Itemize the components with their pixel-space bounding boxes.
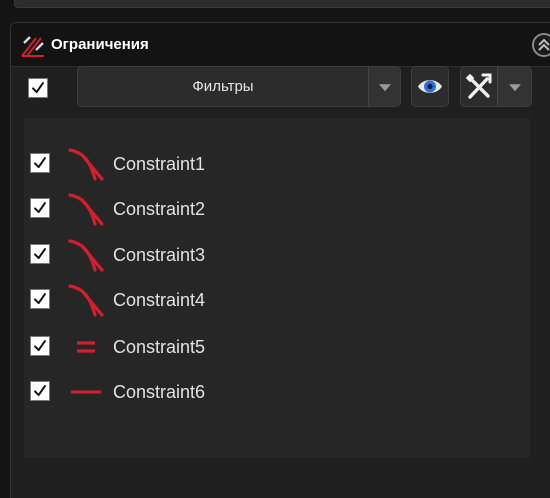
eye-icon <box>418 80 442 93</box>
filter-dropdown-arrow[interactable] <box>368 67 400 106</box>
tangent-constraint-icon <box>68 191 104 227</box>
checkmark-icon <box>31 245 49 263</box>
sketch-constraint-icon <box>21 35 45 57</box>
select-all-checkbox[interactable] <box>28 78 48 98</box>
list-item[interactable]: Constraint5 <box>24 327 530 367</box>
constraint-label: Constraint6 <box>113 382 206 402</box>
tools-icon <box>465 73 492 99</box>
constraints-list: Constraint1 Constraint2 Constraint3 Cons… <box>24 118 530 458</box>
tools-main[interactable] <box>461 67 497 106</box>
row-checkbox[interactable] <box>30 289 50 309</box>
constraint-label: Constraint2 <box>113 199 206 219</box>
constraint-label: Constraint1 <box>113 154 206 174</box>
list-item[interactable]: Constraint1 <box>24 144 530 184</box>
horizontal-constraint-icon <box>68 374 104 410</box>
row-checkbox[interactable] <box>30 198 50 218</box>
list-item[interactable]: Constraint4 <box>24 280 530 320</box>
visibility-button[interactable] <box>411 66 449 107</box>
equal-constraint-icon <box>68 329 104 365</box>
double-chevron-up-icon <box>538 38 550 51</box>
triangle-down-icon <box>508 83 521 91</box>
collapse-button[interactable] <box>532 33 550 57</box>
row-checkbox[interactable] <box>30 244 50 264</box>
constraint-label: Constraint4 <box>113 290 206 310</box>
checkmark-icon <box>31 154 49 172</box>
list-item[interactable]: Constraint3 <box>24 235 530 275</box>
settings-tools-button[interactable] <box>460 66 532 107</box>
checkmark-icon <box>31 382 49 400</box>
checkmark-icon <box>29 79 47 97</box>
row-checkbox[interactable] <box>30 153 50 173</box>
filter-dropdown[interactable]: Фильтры <box>77 66 401 107</box>
tools-dropdown-arrow[interactable] <box>497 67 531 106</box>
row-checkbox[interactable] <box>30 336 50 356</box>
constraint-label: Constraint5 <box>113 337 206 357</box>
panel-title: Ограничения <box>51 36 149 53</box>
checkmark-icon <box>31 337 49 355</box>
list-item[interactable]: Constraint2 <box>24 189 530 229</box>
tangent-constraint-icon <box>68 282 104 318</box>
panel-header[interactable]: Ограничения <box>11 23 550 67</box>
list-item[interactable]: Constraint6 <box>24 372 530 412</box>
triangle-down-icon <box>378 83 391 91</box>
checkmark-icon <box>31 290 49 308</box>
tangent-constraint-icon <box>68 146 104 182</box>
row-checkbox[interactable] <box>30 381 50 401</box>
checkmark-icon <box>31 199 49 217</box>
previous-panel-edge <box>14 0 550 8</box>
screen: Ограничения Фильтры Constraint1 Constrai… <box>0 0 550 498</box>
constraint-label: Constraint3 <box>113 245 206 265</box>
filter-dropdown-label: Фильтры <box>192 78 254 95</box>
tangent-constraint-icon <box>68 237 104 273</box>
